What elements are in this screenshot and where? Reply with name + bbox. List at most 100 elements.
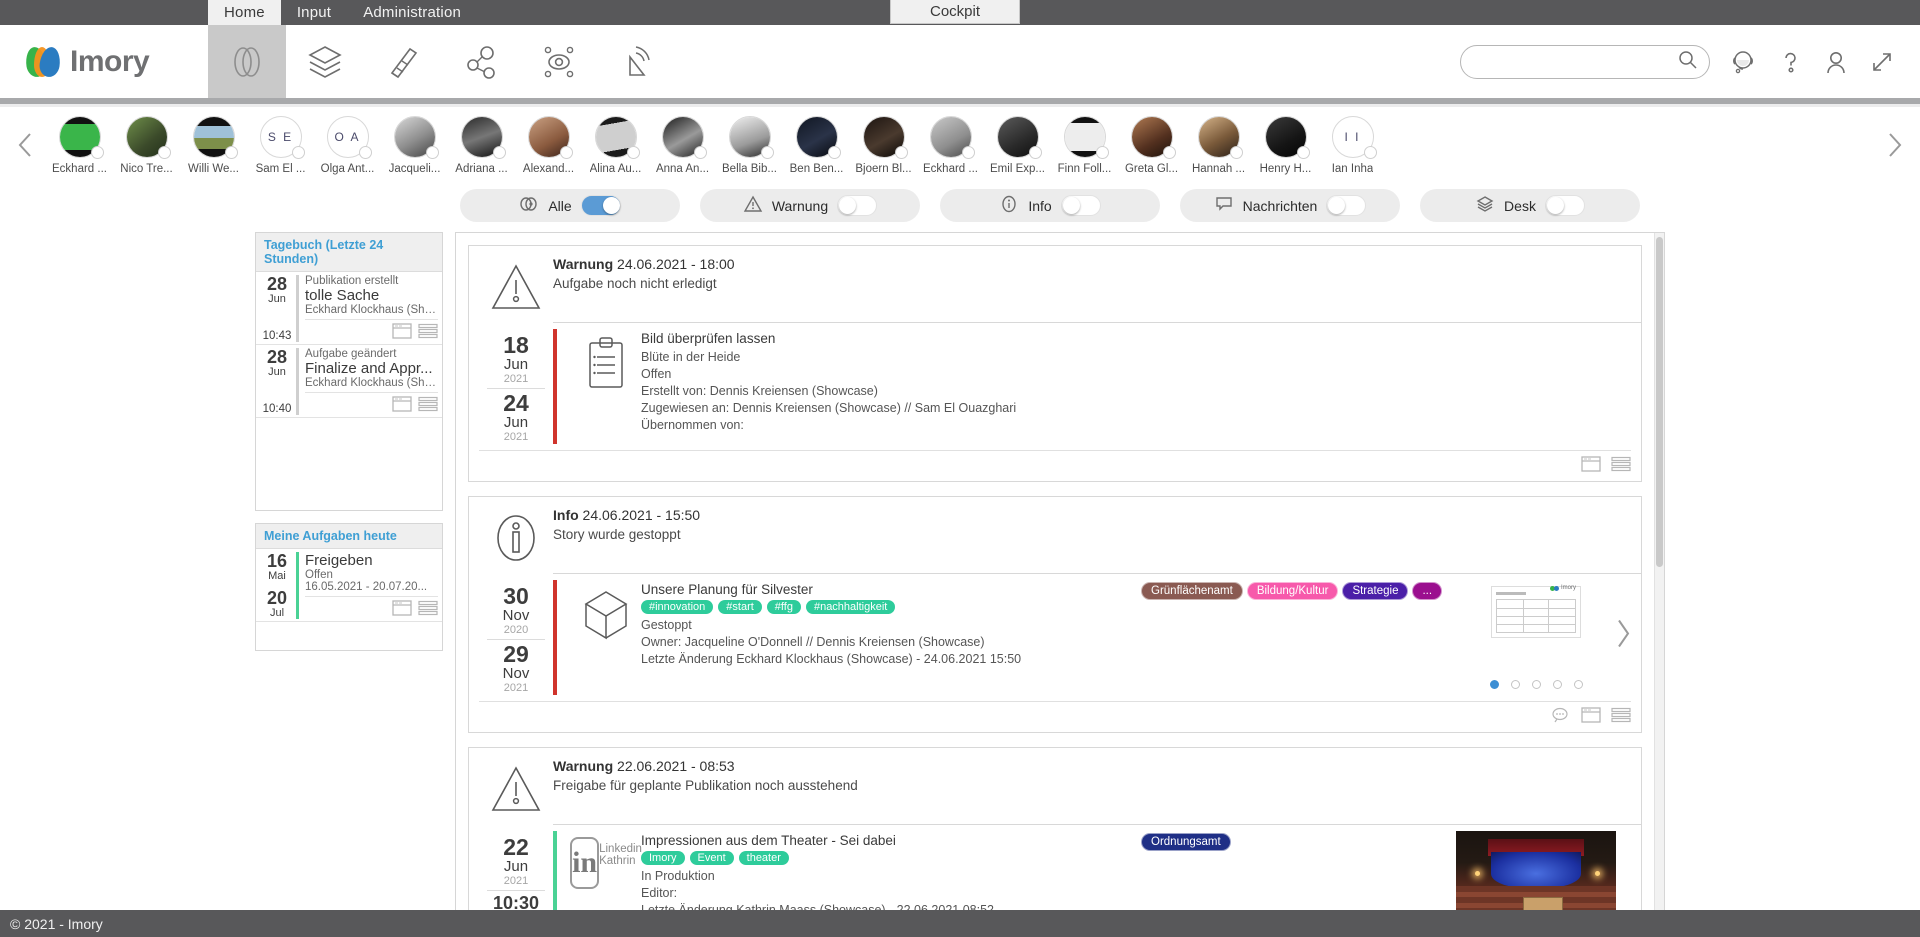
avatar-item[interactable]: Finn Foll... [1051,115,1118,175]
avatar-item[interactable]: Alina Au... [582,115,649,175]
task-item[interactable]: 16 Mai 20 Jul Freigeben Offen 16.05.2021… [256,549,442,622]
menu-item-administration[interactable]: Administration [347,0,477,25]
nav-analytics-eye-icon[interactable] [520,25,598,98]
avatar[interactable] [728,115,774,159]
avatar-item[interactable]: Greta Gl... [1118,115,1185,175]
filter-toggle[interactable] [1544,195,1585,216]
card-title[interactable]: Unsere Planung für Silvester [641,582,1141,597]
category-badge[interactable]: ... [1412,582,1443,600]
filter-desk[interactable]: Desk [1420,189,1640,222]
avatar[interactable] [1264,115,1310,159]
nav-broadcast-antenna-icon[interactable] [598,25,676,98]
pagination-dot[interactable] [1552,680,1562,689]
avatar[interactable]: S E [259,115,305,159]
category-badge[interactable]: Ordnungsamt [1141,833,1231,851]
cockpit-tab[interactable]: Cockpit [890,0,1020,24]
search-input[interactable] [1477,53,1677,70]
avatar-item[interactable]: I I Ian Inha [1319,115,1386,175]
tag[interactable]: Imory [641,851,685,865]
avatar-item[interactable]: Nico Tre... [113,115,180,175]
avatar[interactable]: I I [1331,115,1377,159]
pagination-dot[interactable] [1489,680,1499,689]
filter-alle[interactable]: Alle [460,189,680,222]
avatar[interactable] [58,115,104,159]
search-box[interactable] [1460,44,1710,79]
feed-card[interactable]: Info 24.06.2021 - 15:50 Story wurde gest… [468,496,1642,733]
avatar[interactable] [192,115,238,159]
help-question-icon[interactable] [1776,48,1804,76]
avatar[interactable] [929,115,975,159]
filter-toggle[interactable] [580,195,621,216]
theater-photo[interactable] [1456,831,1616,921]
filter-toggle[interactable] [837,195,878,216]
window-icon[interactable] [392,323,412,342]
diary-item[interactable]: 28 Jun 10:43 Publikation erstellt tolle … [256,272,442,345]
avatar-item[interactable]: Alexand... [515,115,582,175]
feed-card[interactable]: Warnung 22.06.2021 - 08:53 Freigabe für … [468,747,1642,921]
window-icon[interactable] [392,396,412,415]
brand[interactable]: Imory [0,25,208,98]
avatar-item[interactable]: Ben Ben... [783,115,850,175]
window-icon[interactable] [1581,456,1601,475]
filter-toggle[interactable] [1326,195,1367,216]
pagination-dot[interactable] [1510,680,1520,689]
category-badge[interactable]: Strategie [1342,582,1409,600]
category-badge[interactable]: Grünflächenamt [1141,582,1243,600]
filter-toggle[interactable] [1060,195,1101,216]
window-icon[interactable] [1581,707,1601,726]
list-icon[interactable] [1611,707,1631,726]
tag[interactable]: Event [689,851,734,865]
expand-fullscreen-icon[interactable] [1868,48,1896,76]
avatar-item[interactable]: Bjoern Bl... [850,115,917,175]
avatar[interactable] [1197,115,1243,159]
avatar[interactable] [527,115,573,159]
avatar-item[interactable]: Adriana ... [448,115,515,175]
card-next-arrow[interactable] [1613,616,1633,653]
avatar[interactable] [594,115,640,159]
list-icon[interactable] [418,396,438,415]
menu-item-home[interactable]: Home [208,0,281,25]
user-account-icon[interactable] [1822,48,1850,76]
avatar[interactable] [393,115,439,159]
avatar[interactable]: O A [326,115,372,159]
avatar[interactable] [795,115,841,159]
search-icon[interactable] [1677,49,1699,74]
nav-pencil-edit-icon[interactable] [364,25,442,98]
nav-share-network-icon[interactable] [442,25,520,98]
category-badge[interactable]: Bildung/Kultur [1246,582,1339,600]
avatar-item[interactable]: Jacqueli... [381,115,448,175]
card-title[interactable]: Impressionen aus dem Theater - Sei dabei [641,833,1141,848]
list-icon[interactable] [418,323,438,342]
avatar[interactable] [862,115,908,159]
avatar[interactable] [125,115,171,159]
filter-nachrichten[interactable]: Nachrichten [1180,189,1400,222]
tag[interactable]: #start [718,600,762,614]
avatar[interactable] [1063,115,1109,159]
avatar-item[interactable]: Henry H... [1252,115,1319,175]
avatar-item[interactable]: S E Sam El ... [247,115,314,175]
avatar-item[interactable]: Eckhard ... [46,115,113,175]
tag[interactable]: #ffg [766,600,801,614]
card-thumbnail[interactable]: in Linkedin Kathrin [570,831,642,921]
card-title[interactable]: Bild überprüfen lassen [641,331,1141,346]
tag[interactable]: theater [738,851,789,865]
avatar-item[interactable]: Eckhard ... [917,115,984,175]
card-thumbnail[interactable] [571,329,641,444]
avatar[interactable] [996,115,1042,159]
filter-info[interactable]: Info [940,189,1160,222]
avatar-prev-button[interactable] [6,129,46,161]
nav-overlap-circles-icon[interactable] [208,25,286,98]
avatar-item[interactable]: Anna An... [649,115,716,175]
feed-scrollbar[interactable] [1654,233,1664,921]
avatar[interactable] [460,115,506,159]
list-icon[interactable] [1611,456,1631,475]
filter-warnung[interactable]: Warnung [700,189,920,222]
tag[interactable]: #innovation [641,600,714,614]
avatar-item[interactable]: O A Olga Ant... [314,115,381,175]
list-icon[interactable] [418,600,438,619]
window-icon[interactable] [392,600,412,619]
avatar-next-button[interactable] [1874,129,1914,161]
feed-scrollbar-thumb[interactable] [1656,237,1663,567]
document-thumbnail[interactable]: Imory [1491,585,1581,638]
avatar-item[interactable]: Willi We... [180,115,247,175]
